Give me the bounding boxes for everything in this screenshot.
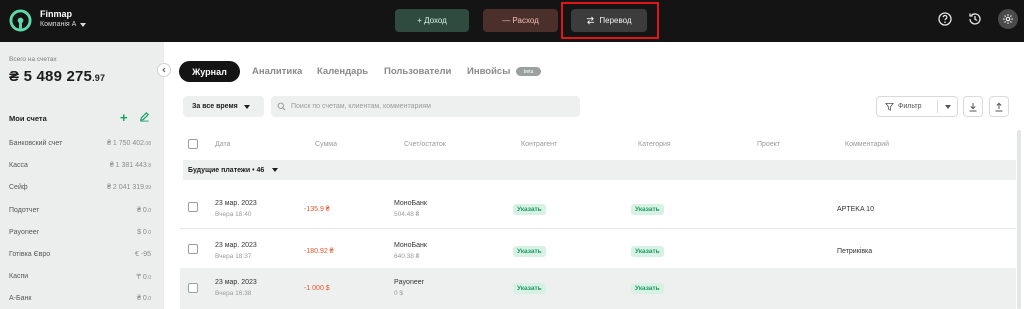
add-account-icon[interactable]: + (120, 110, 128, 125)
row-account-balance: 504.48 ₴ (394, 211, 420, 218)
tab-invoices[interactable]: Инвойсы (467, 66, 510, 77)
highlight-annotation (561, 2, 659, 39)
select-all-checkbox[interactable] (188, 139, 198, 149)
tab-users[interactable]: Пользователи (384, 66, 451, 77)
total-balance-label: Всего на счетах (9, 56, 57, 63)
chevron-left-icon (162, 67, 166, 73)
account-item[interactable]: Банковский счет ₴ 1 750 402.08 (9, 140, 151, 147)
beta-badge: beta (516, 67, 541, 76)
future-payments-group[interactable]: Будущие платежи • 46 (183, 160, 1016, 180)
download-button[interactable] (963, 96, 983, 117)
row-checkbox[interactable] (188, 202, 198, 212)
upload-button[interactable] (989, 96, 1009, 117)
row-account: Payoneer (394, 279, 424, 286)
edit-icon[interactable] (139, 111, 150, 122)
row-account-balance: 640.38 ₴ (394, 253, 420, 260)
help-icon[interactable] (937, 11, 953, 27)
column-header-date[interactable]: Дата (215, 141, 231, 148)
column-header-account[interactable]: Счет/остаток (404, 141, 446, 148)
table-row[interactable]: 23 мар. 2023 Вчера 18:37 -180.92 ₴ МоноБ… (180, 226, 1016, 271)
scrollbar[interactable] (1017, 130, 1021, 309)
row-time: Вчера 18:37 (215, 253, 252, 260)
row-account: МоноБанк (394, 200, 427, 207)
chevron-down-icon (272, 168, 279, 172)
gear-icon (1003, 14, 1013, 24)
settings-button[interactable] (998, 9, 1018, 29)
period-label: За все время (192, 103, 238, 110)
table-row[interactable]: 23 мар. 2023 Вчера 16:38 -1 000 $ Payone… (180, 268, 1016, 309)
search-placeholder: Поиск по счетам, клиентам, комментариям (291, 103, 431, 110)
tab-journal[interactable]: Журнал (179, 61, 240, 82)
row-time: Вчера 18:40 (215, 211, 252, 218)
account-item[interactable]: Подотчет ₴ 0.0 (9, 207, 151, 214)
row-date: 23 мар. 2023 (215, 200, 257, 207)
period-dropdown[interactable]: За все время (183, 96, 264, 117)
column-header-comment[interactable]: Комментарий (845, 141, 889, 148)
category-specify-button[interactable]: Указать (631, 204, 664, 215)
search-icon (277, 102, 286, 111)
row-checkbox[interactable] (188, 244, 198, 254)
group-label: Будущие платежи • 46 (188, 166, 265, 174)
row-time: Вчера 16:38 (215, 290, 252, 297)
account-item[interactable]: Сейф ₴ 2 041 319.99 (9, 184, 151, 191)
chevron-down-icon (80, 22, 87, 27)
counterparty-specify-button[interactable]: Указать (513, 283, 546, 294)
history-icon[interactable] (967, 11, 983, 27)
total-balance-value: ₴ 5 489 275.97 (9, 68, 106, 85)
top-bar: Finmap Компанія А + Доход — Расход Перев… (0, 0, 1024, 42)
row-comment: Петриківка (837, 248, 873, 255)
account-item[interactable]: Payoneer $ 0.0 (9, 229, 151, 236)
table-row[interactable]: 23 мар. 2023 Вчера 18:40 -135.9 ₴ МоноБа… (180, 184, 1016, 229)
column-header-project[interactable]: Проект (757, 141, 780, 148)
add-income-button[interactable]: + Доход (395, 9, 469, 32)
finmap-logo-icon[interactable] (9, 9, 32, 32)
accounts-title: Мои счета (9, 114, 47, 123)
row-account-balance: 0 $ (394, 290, 404, 297)
upload-icon (995, 102, 1003, 111)
search-input[interactable]: Поиск по счетам, клиентам, комментариям (271, 96, 580, 117)
account-item[interactable]: Касса ₴ 1 381 443.8 (9, 162, 151, 169)
chevron-down-icon (243, 104, 250, 109)
download-icon (969, 102, 977, 111)
category-specify-button[interactable]: Указать (631, 246, 664, 257)
column-header-counterparty[interactable]: Контрагент (521, 141, 557, 148)
row-sum: -180.92 ₴ (304, 248, 334, 255)
account-item[interactable]: Готівка Євро € -95 (9, 251, 151, 258)
row-account: МоноБанк (394, 242, 427, 249)
row-comment: APTEKA 10 (837, 206, 874, 213)
column-header-sum[interactable]: Сумма (315, 141, 337, 148)
filter-icon (885, 102, 894, 111)
company-selector[interactable]: Компанія А (40, 21, 87, 28)
row-sum: -135.9 ₴ (304, 206, 330, 213)
counterparty-specify-button[interactable]: Указать (513, 246, 546, 257)
chevron-down-icon (944, 104, 951, 109)
collapse-sidebar-button[interactable] (157, 63, 171, 77)
add-expense-button[interactable]: — Расход (483, 9, 558, 32)
tab-calendar[interactable]: Календарь (317, 66, 368, 77)
account-item[interactable]: Каспи ₸ 0.0 (9, 273, 151, 281)
row-sum: -1 000 $ (304, 285, 330, 292)
filter-button[interactable]: Фильтр (876, 96, 958, 117)
account-item[interactable]: А-Банк ₴ 0.0 (9, 295, 151, 302)
row-checkbox[interactable] (188, 283, 198, 293)
category-specify-button[interactable]: Указать (631, 283, 664, 294)
tab-analytics[interactable]: Аналитика (252, 66, 302, 77)
row-date: 23 мар. 2023 (215, 242, 257, 249)
company-name: Компанія А (40, 21, 77, 28)
column-header-category[interactable]: Категория (638, 141, 671, 148)
filter-dropdown-toggle[interactable] (938, 104, 957, 109)
brand-name: Finmap (40, 9, 73, 19)
row-date: 23 мар. 2023 (215, 279, 257, 286)
filter-label: Фильтр (898, 103, 922, 110)
counterparty-specify-button[interactable]: Указать (513, 204, 546, 215)
